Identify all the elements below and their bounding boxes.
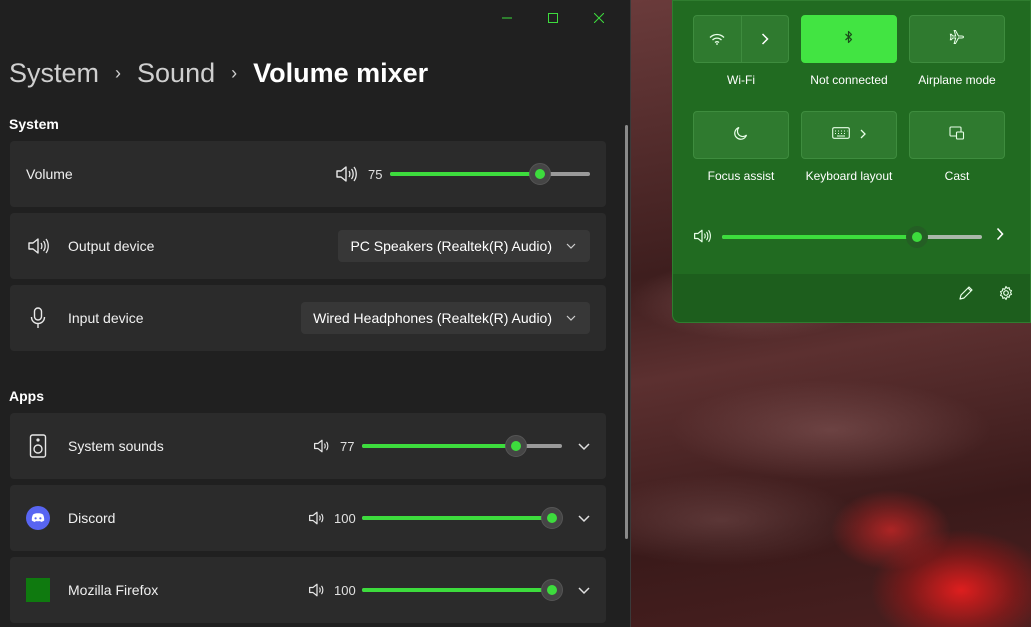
slider-fill bbox=[362, 444, 516, 448]
app-volume-value: 100 bbox=[334, 582, 356, 598]
close-icon bbox=[594, 13, 604, 23]
maximize-button[interactable] bbox=[530, 8, 576, 28]
output-device-value: PC Speakers (Realtek(R) Audio) bbox=[350, 238, 552, 254]
close-button[interactable] bbox=[576, 8, 622, 28]
app-volume-value: 100 bbox=[334, 510, 356, 526]
moon-icon bbox=[734, 126, 748, 145]
volume-label: Volume bbox=[26, 166, 73, 182]
input-device-value: Wired Headphones (Realtek(R) Audio) bbox=[313, 310, 552, 326]
chevron-right-icon: › bbox=[115, 63, 122, 83]
focus-assist-tile[interactable] bbox=[693, 111, 789, 159]
section-title-system: System bbox=[9, 116, 59, 132]
tile-label: Airplane mode bbox=[918, 73, 996, 87]
slider-fill bbox=[722, 235, 917, 239]
chevron-right-icon[interactable] bbox=[740, 16, 788, 62]
chevron-right-icon: › bbox=[231, 63, 238, 83]
gear-icon[interactable] bbox=[998, 285, 1014, 306]
app-name: Mozilla Firefox bbox=[68, 582, 159, 598]
scrollbar[interactable] bbox=[625, 125, 628, 539]
bluetooth-icon bbox=[844, 30, 854, 49]
settings-window: System › Sound › Volume mixer System Vol… bbox=[0, 0, 631, 627]
quick-volume-slider[interactable] bbox=[722, 226, 982, 248]
chevron-down-icon bbox=[566, 313, 576, 324]
app-volume-slider[interactable] bbox=[362, 579, 563, 601]
app-row-firefox: Mozilla Firefox 100 bbox=[10, 557, 606, 623]
input-device-dropdown[interactable]: Wired Headphones (Realtek(R) Audio) bbox=[301, 302, 590, 334]
microphone-icon bbox=[26, 306, 50, 330]
output-device-dropdown[interactable]: PC Speakers (Realtek(R) Audio) bbox=[338, 230, 590, 262]
tile-label: Not connected bbox=[810, 73, 888, 87]
slider-fill bbox=[362, 588, 552, 592]
cast-icon bbox=[949, 125, 965, 145]
edit-icon[interactable] bbox=[958, 285, 974, 306]
tile-label: Focus assist bbox=[707, 169, 775, 183]
wifi-icon[interactable] bbox=[694, 16, 741, 62]
tile-label: Cast bbox=[944, 169, 970, 183]
maximize-icon bbox=[548, 13, 558, 23]
input-device-card: Input device Wired Headphones (Realtek(R… bbox=[10, 285, 606, 351]
keyboard-icon bbox=[832, 126, 850, 144]
app-volume-value: 77 bbox=[340, 438, 355, 454]
output-device-label: Output device bbox=[68, 238, 155, 254]
chevron-down-icon[interactable] bbox=[578, 510, 590, 526]
slider-thumb[interactable] bbox=[529, 163, 551, 185]
tile-label: Keyboard layout bbox=[805, 169, 893, 183]
page-title: Volume mixer bbox=[253, 58, 429, 88]
speaker-icon[interactable] bbox=[308, 582, 326, 598]
app-name: Discord bbox=[68, 510, 116, 526]
slider-fill bbox=[362, 516, 552, 520]
quick-settings-footer bbox=[673, 274, 1030, 322]
volume-value: 75 bbox=[368, 166, 383, 182]
speaker-icon[interactable] bbox=[335, 165, 357, 183]
app-row-system-sounds: System sounds 77 bbox=[10, 413, 606, 479]
cast-tile[interactable] bbox=[909, 111, 1005, 159]
keyboard-layout-tile[interactable] bbox=[801, 111, 897, 159]
speaker-icon[interactable] bbox=[313, 438, 331, 454]
chevron-down-icon[interactable] bbox=[578, 582, 590, 598]
quick-settings-panel: Wi-Fi Not connected Airplane mode Focus … bbox=[672, 0, 1031, 323]
app-name: System sounds bbox=[68, 438, 164, 454]
volume-card: Volume 75 bbox=[10, 141, 606, 207]
tile-label: Wi-Fi bbox=[727, 73, 755, 87]
speaker-icon[interactable] bbox=[308, 510, 326, 526]
speaker-device-icon bbox=[26, 434, 50, 458]
slider-thumb[interactable] bbox=[505, 435, 527, 457]
chevron-down-icon[interactable] bbox=[578, 438, 590, 454]
slider-thumb[interactable] bbox=[906, 226, 928, 248]
breadcrumb: System › Sound › Volume mixer bbox=[9, 58, 428, 89]
volume-slider[interactable] bbox=[390, 163, 590, 185]
titlebar-controls bbox=[484, 8, 622, 28]
firefox-icon bbox=[26, 578, 50, 602]
wifi-tile[interactable] bbox=[693, 15, 789, 63]
app-volume-slider[interactable] bbox=[362, 507, 563, 529]
slider-thumb[interactable] bbox=[541, 507, 563, 529]
airplane-mode-tile[interactable] bbox=[909, 15, 1005, 63]
airplane-icon bbox=[949, 29, 965, 50]
section-title-apps: Apps bbox=[9, 388, 44, 404]
minimize-button[interactable] bbox=[484, 8, 530, 28]
breadcrumb-sound[interactable]: Sound bbox=[137, 58, 215, 89]
input-device-label: Input device bbox=[68, 310, 144, 326]
output-device-card: Output device PC Speakers (Realtek(R) Au… bbox=[10, 213, 606, 279]
breadcrumb-system[interactable]: System bbox=[9, 58, 99, 89]
speaker-icon bbox=[26, 234, 50, 258]
discord-icon bbox=[26, 506, 50, 530]
slider-fill bbox=[390, 172, 540, 176]
chevron-down-icon bbox=[566, 241, 576, 252]
minimize-icon bbox=[502, 17, 512, 19]
chevron-right-icon bbox=[860, 126, 866, 144]
app-volume-slider[interactable] bbox=[362, 435, 562, 457]
app-row-discord: Discord 100 bbox=[10, 485, 606, 551]
chevron-right-icon[interactable] bbox=[996, 227, 1004, 246]
speaker-icon[interactable] bbox=[693, 228, 711, 249]
slider-thumb[interactable] bbox=[541, 579, 563, 601]
bluetooth-tile[interactable] bbox=[801, 15, 897, 63]
